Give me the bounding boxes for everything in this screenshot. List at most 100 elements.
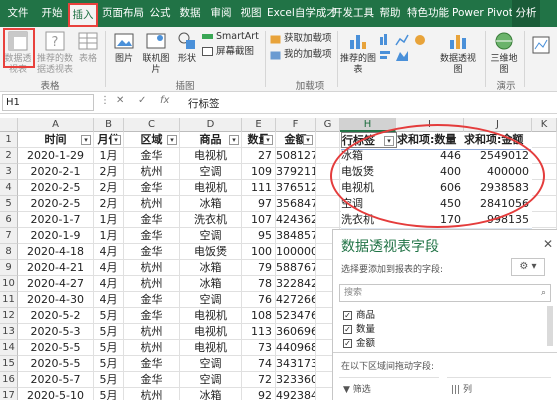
empty-cell[interactable]	[316, 196, 340, 212]
table-cell[interactable]: 5月	[94, 308, 124, 324]
empty-cell[interactable]	[316, 164, 340, 180]
table-cell[interactable]: 1月	[94, 228, 124, 244]
tab-file[interactable]: 文件	[2, 0, 34, 27]
table-cell[interactable]: 空调	[180, 372, 242, 388]
table-cell[interactable]: 4月	[94, 260, 124, 276]
function-icon[interactable]: fx	[160, 95, 169, 106]
pivot-cell[interactable]: 606	[397, 180, 464, 196]
row-header[interactable]: 11	[0, 292, 18, 308]
chart-types-icons[interactable]	[380, 33, 430, 67]
table-header-cell[interactable]: 金额 ▾	[276, 132, 316, 148]
columns-area[interactable]: ||| 列	[447, 377, 551, 400]
field-item-product[interactable]: ✓ 商品	[343, 310, 375, 322]
row-label-dropdown-icon[interactable]: ▾	[384, 136, 394, 146]
empty-cell[interactable]	[316, 148, 340, 164]
picture-button[interactable]: 图片	[110, 30, 138, 65]
table-cell[interactable]: 5月	[94, 324, 124, 340]
table-cell[interactable]: 杭州	[124, 340, 180, 356]
table-cell[interactable]: 523476	[276, 308, 316, 324]
pivot-cell[interactable]: 洗衣机	[341, 212, 397, 228]
table-header-cell[interactable]: 商品 ▾	[180, 132, 242, 148]
row-header[interactable]: 1	[0, 132, 18, 148]
column-header-a[interactable]: A	[18, 118, 94, 132]
table-cell[interactable]: 508127	[276, 148, 316, 164]
table-cell[interactable]: 111	[242, 180, 276, 196]
table-cell[interactable]: 107	[242, 212, 276, 228]
table-cell[interactable]: 588767	[276, 260, 316, 276]
pivot-cell[interactable]: 998135	[464, 212, 532, 228]
table-cell[interactable]: 杭州	[124, 324, 180, 340]
table-cell[interactable]: 冰箱	[180, 260, 242, 276]
table-cell[interactable]: 5月	[94, 356, 124, 372]
pivot-cell[interactable]: 400000	[464, 164, 532, 180]
pivot-cell[interactable]: 电视机	[341, 180, 397, 196]
table-cell[interactable]: 5月	[94, 372, 124, 388]
field-item-quantity[interactable]: ✓ 数量	[343, 324, 375, 336]
table-cell[interactable]: 113	[242, 324, 276, 340]
3d-map-button[interactable]: 三维地图	[488, 30, 520, 76]
table-cell[interactable]: 2020-5-3	[18, 324, 94, 340]
pivot-cell[interactable]: 2549012	[464, 148, 532, 164]
table-cell[interactable]: 2020-5-2	[18, 308, 94, 324]
checkbox-icon[interactable]: ✓	[343, 325, 352, 334]
pivot-header-cell[interactable]: 行标签 ▾	[341, 132, 397, 148]
table-cell[interactable]: 109	[242, 164, 276, 180]
table-cell[interactable]: 4月	[94, 276, 124, 292]
table-cell[interactable]: 电视机	[180, 308, 242, 324]
table-cell[interactable]: 冰箱	[180, 276, 242, 292]
table-cell[interactable]: 74	[242, 356, 276, 372]
pivot-cell[interactable]: 2841056	[464, 196, 532, 212]
checkbox-icon[interactable]: ✓	[343, 339, 352, 348]
table-cell[interactable]: 空调	[180, 164, 242, 180]
column-header-k[interactable]: K	[532, 118, 557, 132]
table-cell[interactable]: 440968	[276, 340, 316, 356]
table-header-cell[interactable]: 数量 ▾	[242, 132, 276, 148]
filter-dropdown-icon[interactable]: ▾	[303, 135, 313, 145]
row-header[interactable]: 2	[0, 148, 18, 164]
tab-help[interactable]: 帮助	[376, 0, 404, 27]
tab-power-pivot[interactable]: Power Pivot	[452, 0, 513, 27]
table-cell[interactable]: 2020-5-10	[18, 388, 94, 400]
table-cell[interactable]: 322842	[276, 276, 316, 292]
table-cell[interactable]: 1月	[94, 212, 124, 228]
table-cell[interactable]: 2020-5-5	[18, 356, 94, 372]
table-cell[interactable]: 电饭煲	[180, 244, 242, 260]
table-cell[interactable]: 电视机	[180, 324, 242, 340]
row-header[interactable]: 4	[0, 180, 18, 196]
table-cell[interactable]: 360696	[276, 324, 316, 340]
table-cell[interactable]: 2020-2-1	[18, 164, 94, 180]
table-cell[interactable]: 2020-5-5	[18, 340, 94, 356]
pivot-cell[interactable]: 电饭煲	[341, 164, 397, 180]
table-button[interactable]: 表格	[76, 30, 100, 65]
filter-dropdown-icon[interactable]: ▾	[167, 135, 177, 145]
table-cell[interactable]: 2020-1-9	[18, 228, 94, 244]
table-cell[interactable]: 4月	[94, 244, 124, 260]
pivot-cell[interactable]: 冰箱	[341, 148, 397, 164]
table-cell[interactable]: 4月	[94, 292, 124, 308]
column-header-b[interactable]: B	[94, 118, 124, 132]
table-cell[interactable]: 343173	[276, 356, 316, 372]
filter-dropdown-icon[interactable]: ▾	[81, 135, 91, 145]
table-cell[interactable]: 427266	[276, 292, 316, 308]
pivot-cell[interactable]: 450	[397, 196, 464, 212]
my-addins-button[interactable]: 我的加载项	[270, 49, 332, 61]
field-item-amount[interactable]: ✓ 金额	[343, 338, 375, 350]
recommended-charts-button[interactable]: 推荐的图表	[340, 30, 376, 76]
pivot-header-cell[interactable]: 求和项:金额	[464, 132, 532, 148]
table-cell[interactable]: 5月	[94, 340, 124, 356]
tab-page-layout[interactable]: 页面布局	[101, 0, 145, 27]
row-header[interactable]: 13	[0, 324, 18, 340]
table-cell[interactable]: 空调	[180, 228, 242, 244]
field-search-input[interactable]: 搜索 ⌕	[339, 284, 551, 302]
row-header[interactable]: 12	[0, 308, 18, 324]
filter-dropdown-icon[interactable]: ▾	[229, 135, 239, 145]
tab-analyze[interactable]: 分析	[512, 0, 540, 27]
pivot-cell[interactable]: 空调	[341, 196, 397, 212]
row-header[interactable]: 6	[0, 212, 18, 228]
table-cell[interactable]: 杭州	[124, 260, 180, 276]
table-cell[interactable]: 356847	[276, 196, 316, 212]
sparkline-button[interactable]	[530, 35, 552, 57]
empty-cell[interactable]	[532, 148, 557, 164]
tab-insert[interactable]: 插入	[68, 3, 98, 27]
table-cell[interactable]: 2020-4-27	[18, 276, 94, 292]
